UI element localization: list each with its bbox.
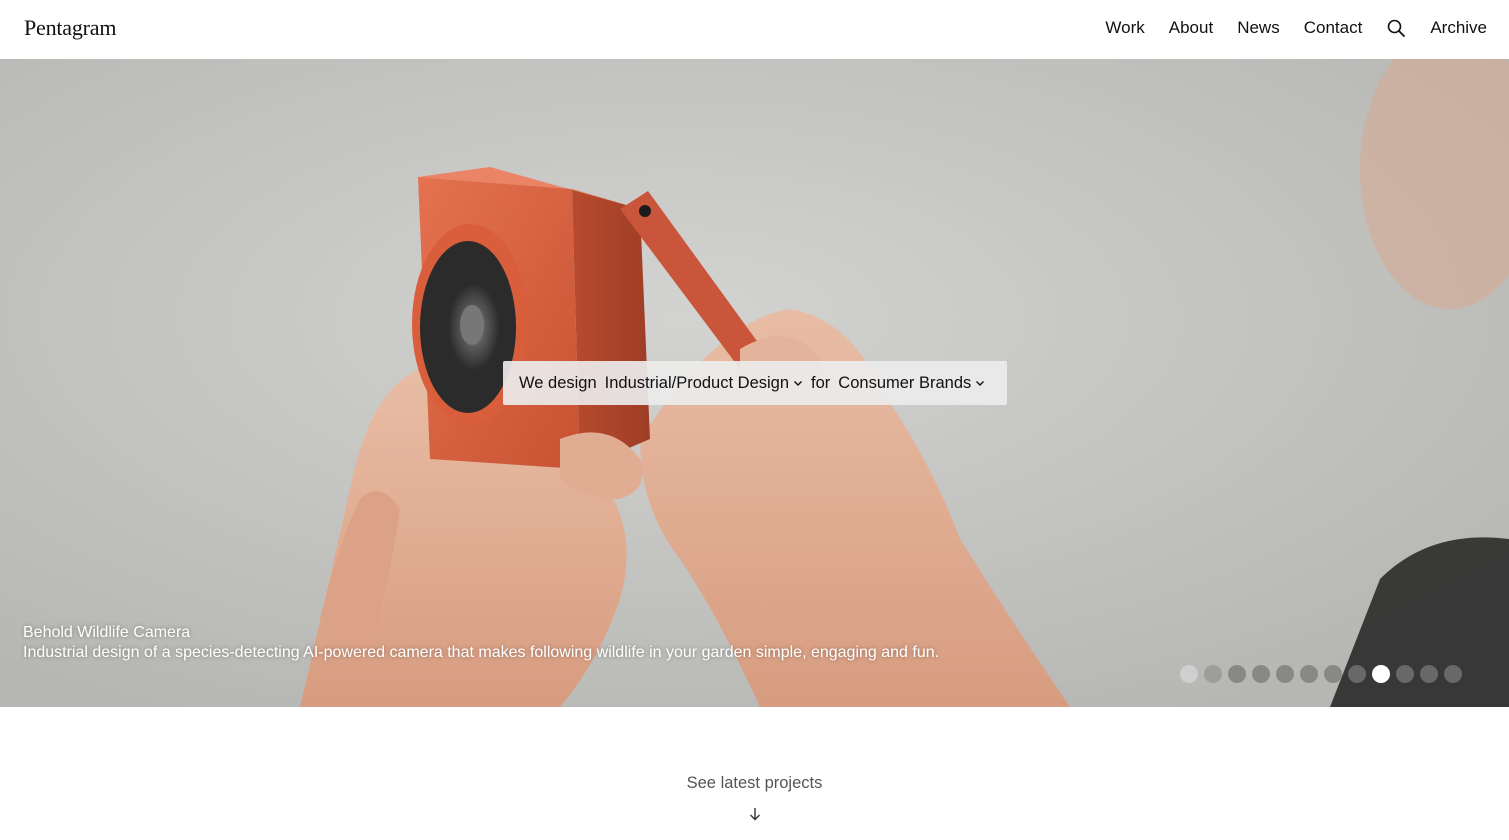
sector-dropdown[interactable]: Consumer Brands [838,374,985,393]
pentagram-logo[interactable]: Pentagram [24,15,116,41]
slide-caption[interactable]: Behold Wildlife Camera Industrial design… [23,623,983,663]
discipline-selector: We design Industrial/Product Design for … [503,361,1007,405]
chevron-down-icon [794,381,803,386]
selector-connector: for [811,373,831,392]
sector-value: Consumer Brands [838,373,972,392]
discipline-value: Industrial/Product Design [604,373,790,392]
selector-prefix: We design [519,373,597,392]
slide-dot[interactable] [1396,665,1414,683]
slide-title: Behold Wildlife Camera [23,624,191,641]
arrow-down-icon[interactable] [748,806,762,822]
slide-dot[interactable] [1444,665,1462,683]
nav-archive[interactable]: Archive [1430,17,1487,39]
site-header: Pentagram Work About News Contact Archiv… [0,0,1509,59]
see-latest-projects-link[interactable]: See latest projects [0,774,1509,793]
search-icon[interactable] [1386,17,1406,39]
nav-contact[interactable]: Contact [1304,17,1363,39]
main-nav: Work About News Contact Archive [1105,17,1487,39]
slide-pagination [1180,665,1462,683]
slide-dot[interactable] [1324,665,1342,683]
slide-dot[interactable] [1348,665,1366,683]
slide-dot[interactable] [1204,665,1222,683]
chevron-down-icon [976,381,985,386]
slide-dot[interactable] [1372,665,1390,683]
discipline-dropdown[interactable]: Industrial/Product Design [605,374,803,393]
slide-description: Industrial design of a species-detecting… [23,644,940,661]
slide-dot[interactable] [1420,665,1438,683]
slide-dot[interactable] [1252,665,1270,683]
hero-slideshow: We design Industrial/Product Design for … [0,59,1509,707]
nav-news[interactable]: News [1237,17,1280,39]
slide-dot[interactable] [1228,665,1246,683]
nav-about[interactable]: About [1169,17,1213,39]
nav-work[interactable]: Work [1105,17,1144,39]
slide-dot[interactable] [1276,665,1294,683]
slide-dot[interactable] [1300,665,1318,683]
slide-dot[interactable] [1180,665,1198,683]
